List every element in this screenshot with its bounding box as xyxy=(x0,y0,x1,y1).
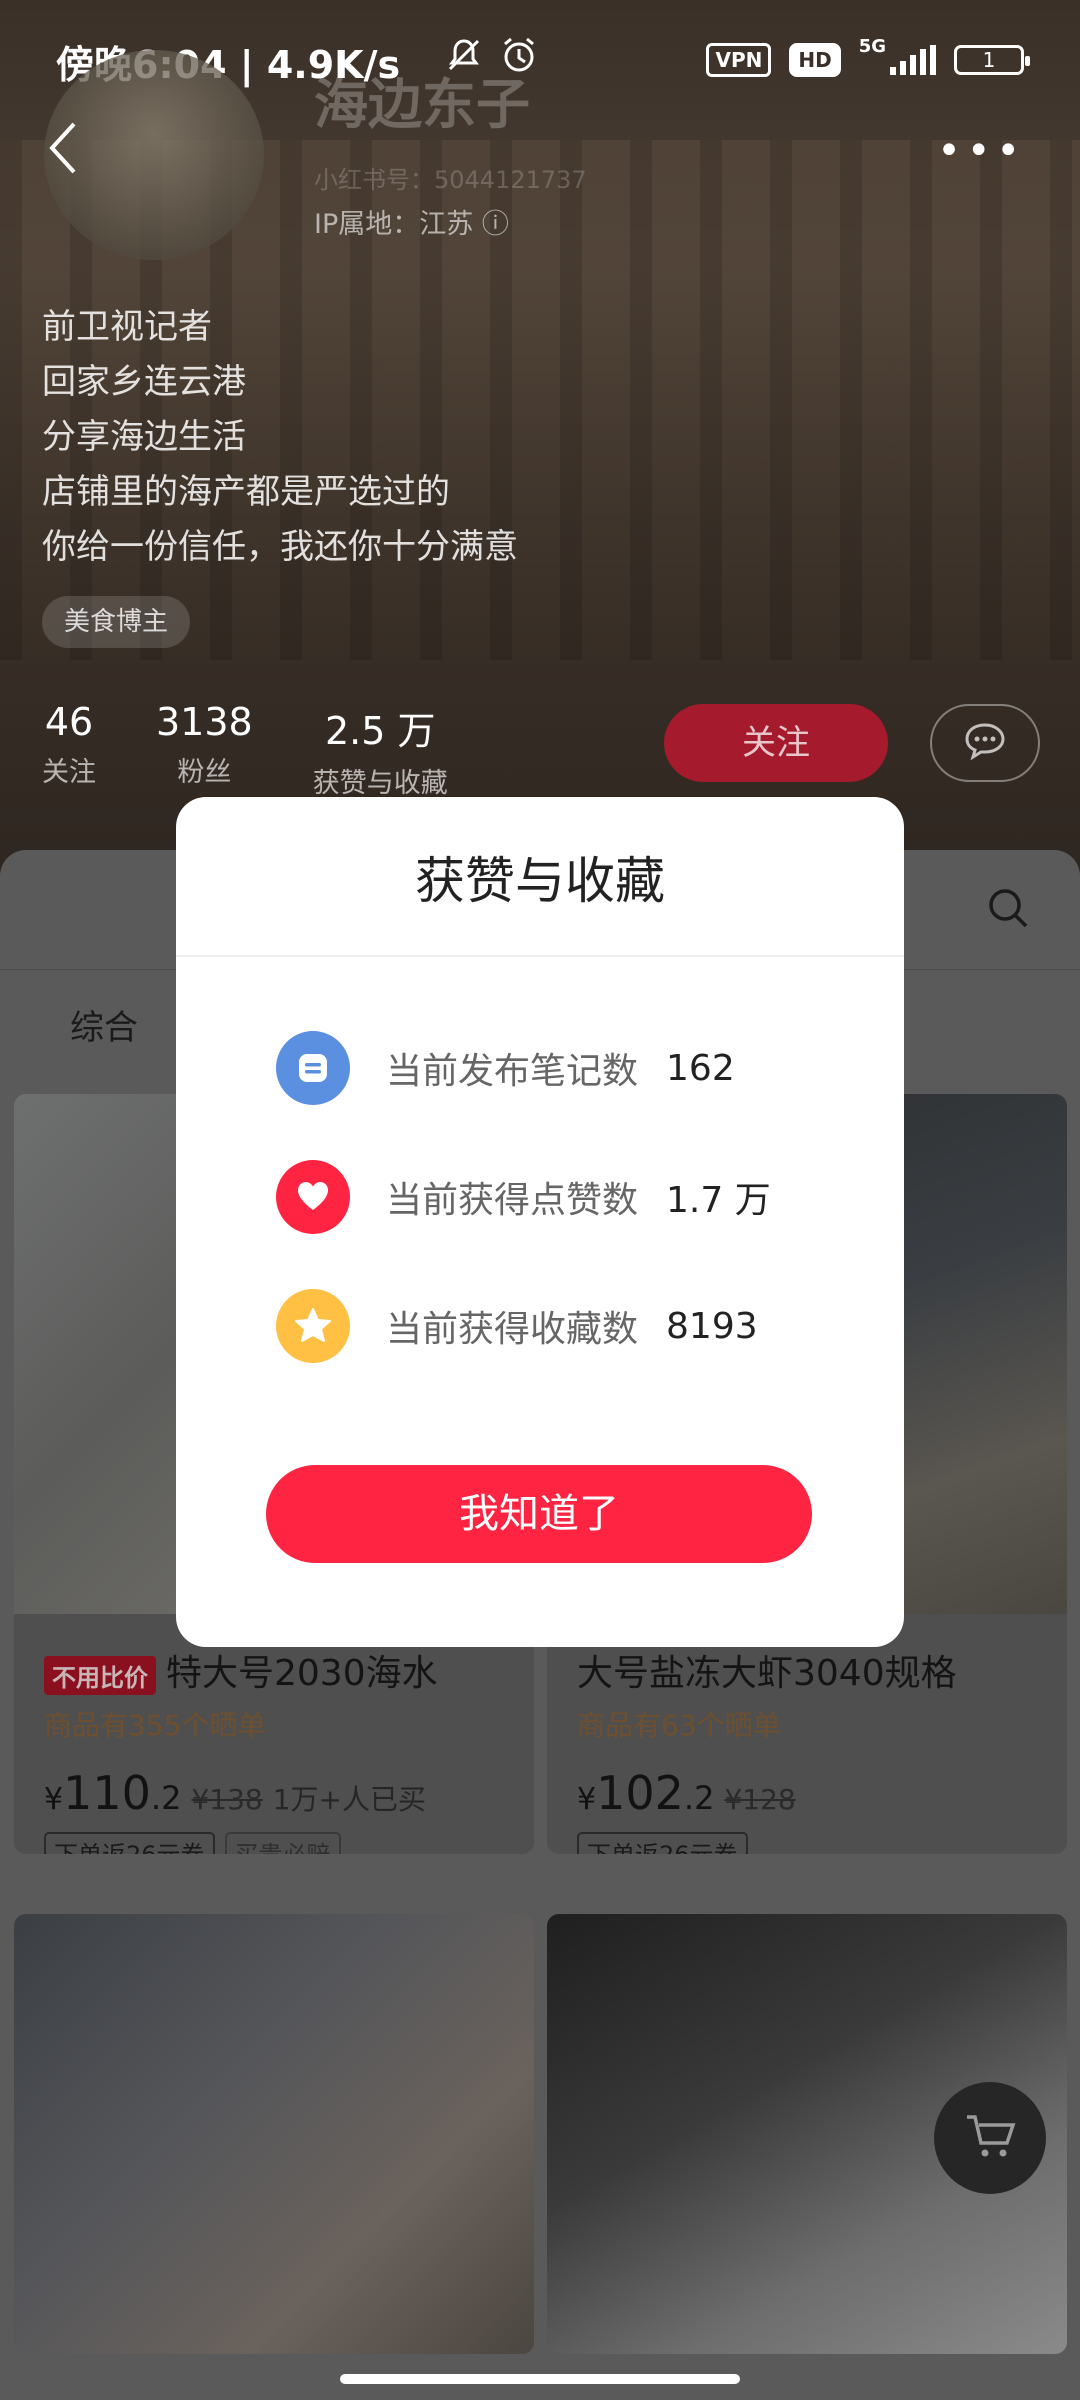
got-it-button[interactable]: 我知道了 xyxy=(266,1465,812,1563)
heart-icon xyxy=(276,1160,350,1234)
dialog-row-collections: 当前获得收藏数 8193 xyxy=(276,1289,758,1363)
row-label: 当前获得点赞数 xyxy=(386,1180,639,1221)
dialog-title: 获赞与收藏 xyxy=(415,852,665,910)
row-label: 当前发布笔记数 xyxy=(386,1051,639,1092)
row-label: 当前获得收藏数 xyxy=(386,1309,639,1350)
star-icon xyxy=(276,1289,350,1363)
likes-collections-dialog: 获赞与收藏 当前发布笔记数 162 当前获得点赞数 1.7 万 当前获得收藏数 … xyxy=(176,797,904,1647)
row-value: 1.7 万 xyxy=(666,1180,771,1221)
note-icon xyxy=(276,1031,350,1105)
divider xyxy=(176,955,904,957)
dialog-row-likes: 当前获得点赞数 1.7 万 xyxy=(276,1160,771,1234)
dialog-row-notes: 当前发布笔记数 162 xyxy=(276,1031,735,1105)
row-value: 8193 xyxy=(666,1305,758,1347)
row-value: 162 xyxy=(666,1047,735,1089)
